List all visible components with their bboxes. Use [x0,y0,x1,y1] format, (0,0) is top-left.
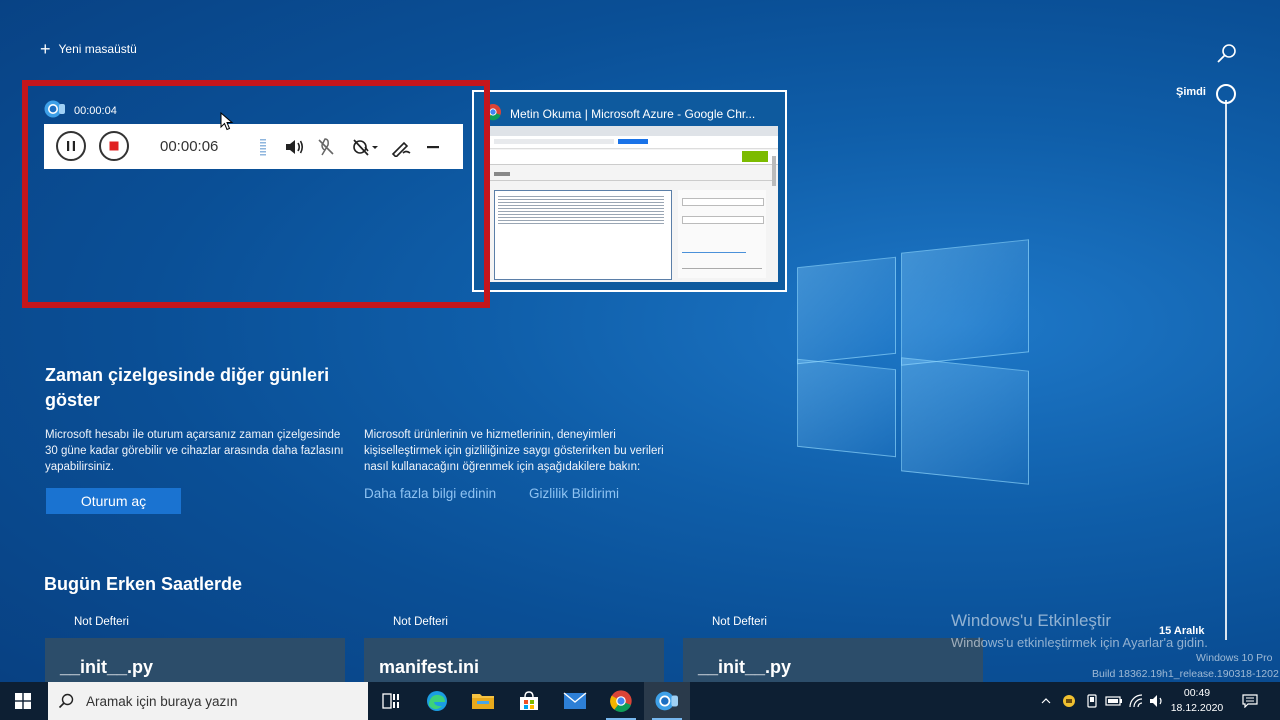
chrome-icon[interactable] [598,682,644,720]
notifications-icon[interactable] [1238,682,1262,720]
camera-off-icon [353,139,378,156]
card-file-name: __init__.py [698,657,792,677]
notepad-app-label: Not Defteri [74,616,129,628]
file-explorer-icon[interactable] [460,682,506,720]
minimize-button[interactable] [422,136,444,158]
device-icon[interactable] [1081,682,1103,720]
privacy-statement-link[interactable]: Gizlilik Bildirimi [529,486,619,501]
microphone-off-icon [318,138,334,156]
privacy-info-text: Microsoft ürünlerinin ve hizmetlerinin, … [364,429,664,473]
chevron-up-icon[interactable] [1036,682,1056,720]
windows-edition: Windows 10 Pro [1196,652,1273,664]
windows-build: Build 18362.19h1_release.190318-1202 [1092,668,1279,680]
notepad-app-label: Not Defteri [393,616,448,628]
task-view-icon[interactable] [368,682,414,720]
notepad-activity-card[interactable]: __init__.py [45,638,345,688]
stop-button[interactable] [99,131,129,161]
battery-icon[interactable] [1103,682,1125,720]
clock-date: 18.12.2020 [1170,702,1224,714]
timeline-track[interactable] [1225,100,1227,640]
chrome-window-thumbnail [488,126,778,282]
card-file-name: __init__.py [60,657,154,677]
chrome-window-title: Metin Okuma | Microsoft Azure - Google C… [510,106,756,121]
search-icon [58,693,74,709]
timeline-now-label: Şimdi [1176,86,1206,98]
timeline-info-text: Microsoft hesabı ile oturum açarsanız za… [45,429,344,473]
taskbar-search-placeholder: Aramak için buraya yazın [86,693,238,709]
camera-icon [44,99,66,122]
store-icon[interactable] [506,682,552,720]
recorder-elapsed-title: 00:00:04 [74,104,117,117]
volume-icon[interactable] [1146,682,1168,720]
windows-logo-pane-4 [901,357,1029,485]
windows-logo-pane-1 [797,256,896,365]
recording-timer: 00:00:06 [160,138,219,155]
today-section-title: Bugün Erken Saatlerde [44,574,243,594]
signin-button[interactable]: Oturum aç [46,488,181,514]
notepad-activity-card[interactable]: __init__.py [683,638,983,688]
chrome-window-title-row: Metin Okuma | Microsoft Azure - Google C… [484,103,755,124]
onedrive-icon[interactable] [1058,682,1080,720]
wifi-icon[interactable] [1125,682,1147,720]
timeline-info-title: Zaman çizelgesinde diğer günleri göster [45,365,330,410]
stop-icon [109,141,119,151]
activation-watermark-subtitle: Windows'u etkinleştirmek için Ayarlar'a … [951,635,1208,650]
camera-off-dropdown[interactable] [350,136,380,158]
pause-button[interactable] [56,131,86,161]
pen-icon [391,141,411,157]
speaker-icon [286,140,304,154]
microphone-off-button[interactable] [315,136,337,158]
windows-start-icon [15,693,31,709]
timeline-handle[interactable] [1216,84,1236,104]
recorder-window-title[interactable]: 00:00:04 [44,99,117,122]
recorder-toolbar: 00:00:06 [44,124,463,169]
plus-icon: + [40,39,51,59]
new-desktop-label: Yeni masaüstü [58,42,137,56]
chrome-window-card[interactable]: Metin Okuma | Microsoft Azure - Google C… [472,90,787,292]
mouse-cursor-icon [220,111,234,137]
mail-icon[interactable] [552,682,598,720]
windows-logo-pane-2 [901,239,1029,366]
camera-icon[interactable] [644,682,690,720]
audio-level-icon [252,136,274,158]
edge-icon[interactable] [414,682,460,720]
taskbar-search-box[interactable]: Aramak için buraya yazın [48,682,368,720]
pen-button[interactable] [390,136,412,158]
windows-logo-pane-3 [797,358,896,458]
new-desktop-button[interactable]: + Yeni masaüstü [40,39,137,59]
taskbar: Aramak için buraya yazın 00:49 18.12.202… [0,682,1280,720]
speaker-button[interactable] [283,136,305,158]
learn-more-link[interactable]: Daha fazla bilgi edinin [364,486,496,501]
start-button[interactable] [0,682,46,720]
minimize-icon [427,146,439,149]
search-icon[interactable] [1216,42,1238,64]
pause-icon [67,141,75,151]
activation-watermark-title: Windows'u Etkinleştir [951,611,1112,630]
clock-time: 00:49 [1183,687,1211,699]
notepad-app-label: Not Defteri [712,616,767,628]
notepad-activity-card[interactable]: manifest.ini [364,638,664,688]
card-file-name: manifest.ini [379,657,480,677]
taskbar-clock[interactable]: 00:49 18.12.2020 [1166,686,1228,716]
